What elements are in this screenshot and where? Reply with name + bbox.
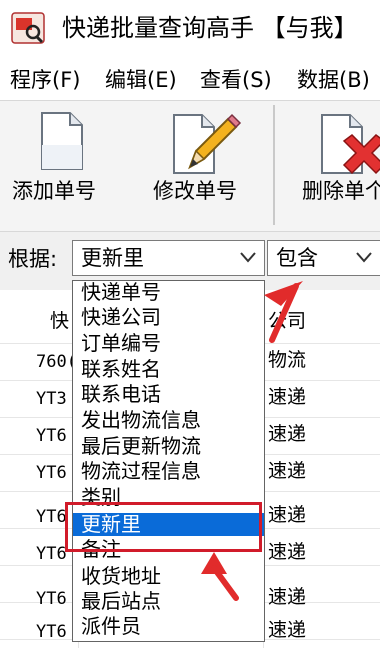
annotation-arrows [201, 281, 303, 601]
red-arrow-icon [264, 281, 303, 343]
red-arrow-icon [201, 552, 239, 601]
